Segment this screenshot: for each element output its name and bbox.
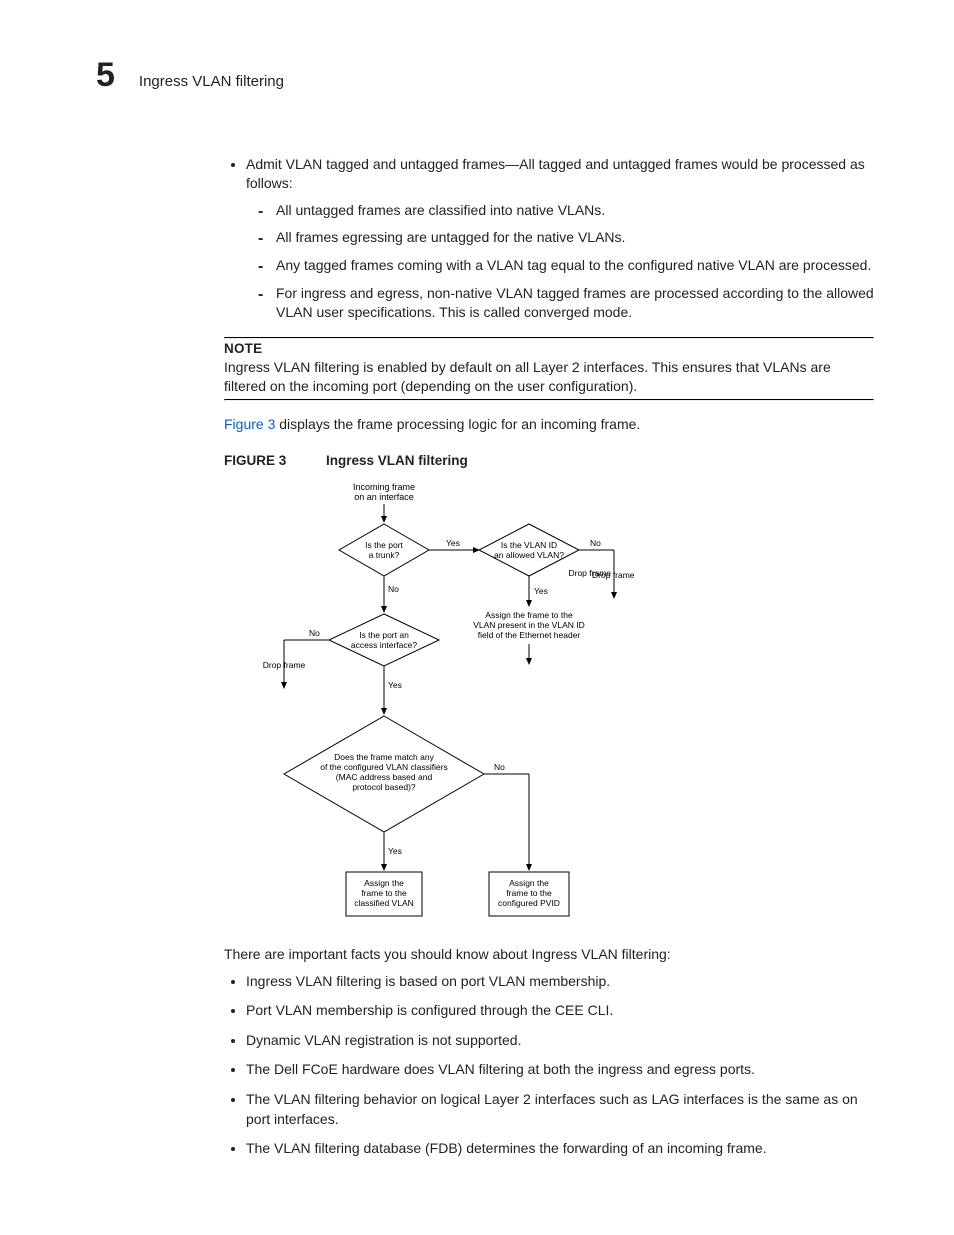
figure-title: Ingress VLAN filtering (326, 453, 468, 468)
list-item: The Dell FCoE hardware does VLAN filteri… (246, 1060, 874, 1080)
figure-link[interactable]: Figure 3 (224, 416, 275, 432)
drop-frame-label: Drop frame (592, 570, 635, 580)
svg-text:Is the port: Is the port (365, 540, 403, 550)
list-item: Admit VLAN tagged and untagged frames—Al… (246, 155, 874, 323)
svg-text:Yes: Yes (388, 680, 402, 690)
list-item: Port VLAN membership is configured throu… (246, 1001, 874, 1021)
list-item: Dynamic VLAN registration is not support… (246, 1031, 874, 1051)
svg-text:protocol based)?: protocol based)? (352, 782, 416, 792)
svg-text:Does the frame match any: Does the frame match any (334, 752, 434, 762)
svg-text:Assign the: Assign the (364, 878, 404, 888)
sub-bullet-list: All untagged frames are classified into … (246, 201, 874, 323)
figure-label: FIGURE 3 (224, 453, 286, 468)
svg-text:classified VLAN: classified VLAN (354, 898, 414, 908)
facts-intro: There are important facts you should kno… (224, 946, 874, 962)
list-item: For ingress and egress, non-native VLAN … (276, 284, 874, 323)
flowchart-diagram: Incoming frame on an interface Is the po… (254, 478, 874, 926)
list-item: The VLAN filtering behavior on logical L… (246, 1090, 874, 1129)
svg-text:Assign the frame to the: Assign the frame to the (485, 610, 573, 620)
divider (224, 399, 874, 401)
svg-text:Is the VLAN ID: Is the VLAN ID (501, 540, 557, 550)
svg-text:configured PVID: configured PVID (498, 898, 560, 908)
svg-text:field of the Ethernet header: field of the Ethernet header (478, 630, 581, 640)
page-title: Ingress VLAN filtering (139, 73, 284, 90)
svg-text:frame to the: frame to the (506, 888, 552, 898)
svg-text:Yes: Yes (388, 846, 402, 856)
svg-text:(MAC address based and: (MAC address based and (336, 772, 433, 782)
svg-text:access interface?: access interface? (351, 640, 417, 650)
svg-text:of the configured VLAN classif: of the configured VLAN classifiers (320, 762, 448, 772)
chapter-number: 5 (96, 56, 115, 95)
page-header: 5 Ingress VLAN filtering (96, 56, 874, 95)
bullet-intro-text: Admit VLAN tagged and untagged frames—Al… (246, 156, 865, 191)
note-text: Ingress VLAN filtering is enabled by def… (224, 358, 874, 397)
facts-list: Ingress VLAN filtering is based on port … (224, 972, 874, 1159)
svg-text:Yes: Yes (534, 586, 548, 596)
svg-text:an allowed VLAN?: an allowed VLAN? (494, 550, 564, 560)
svg-text:a trunk?: a trunk? (369, 550, 400, 560)
svg-text:VLAN present in the VLAN ID: VLAN present in the VLAN ID (473, 620, 585, 630)
note-label: NOTE (224, 341, 874, 356)
divider (224, 337, 874, 339)
figure-caption: FIGURE 3 Ingress VLAN filtering (224, 453, 874, 468)
svg-text:No: No (494, 762, 505, 772)
list-item: Ingress VLAN filtering is based on port … (246, 972, 874, 992)
svg-text:Is the port an: Is the port an (359, 630, 409, 640)
main-content: Admit VLAN tagged and untagged frames—Al… (224, 155, 874, 1159)
list-item: All untagged frames are classified into … (276, 201, 874, 221)
top-bullet-list: Admit VLAN tagged and untagged frames—Al… (224, 155, 874, 323)
diagram-start-text: on an interface (354, 492, 414, 502)
svg-text:Assign the: Assign the (509, 878, 549, 888)
drop-frame-label: Drop frame (263, 660, 306, 670)
svg-text:Yes: Yes (446, 538, 460, 548)
list-item: Any tagged frames coming with a VLAN tag… (276, 256, 874, 276)
diagram-start-text: Incoming frame (353, 482, 415, 492)
figure-ref-rest: displays the frame processing logic for … (275, 416, 640, 432)
svg-text:frame to the: frame to the (361, 888, 407, 898)
figure-reference-paragraph: Figure 3 displays the frame processing l… (224, 415, 874, 435)
svg-text:No: No (388, 584, 399, 594)
svg-text:No: No (590, 538, 601, 548)
list-item: The VLAN filtering database (FDB) determ… (246, 1139, 874, 1159)
note-block: NOTE Ingress VLAN filtering is enabled b… (224, 337, 874, 401)
list-item: All frames egressing are untagged for th… (276, 228, 874, 248)
svg-text:No: No (309, 628, 320, 638)
